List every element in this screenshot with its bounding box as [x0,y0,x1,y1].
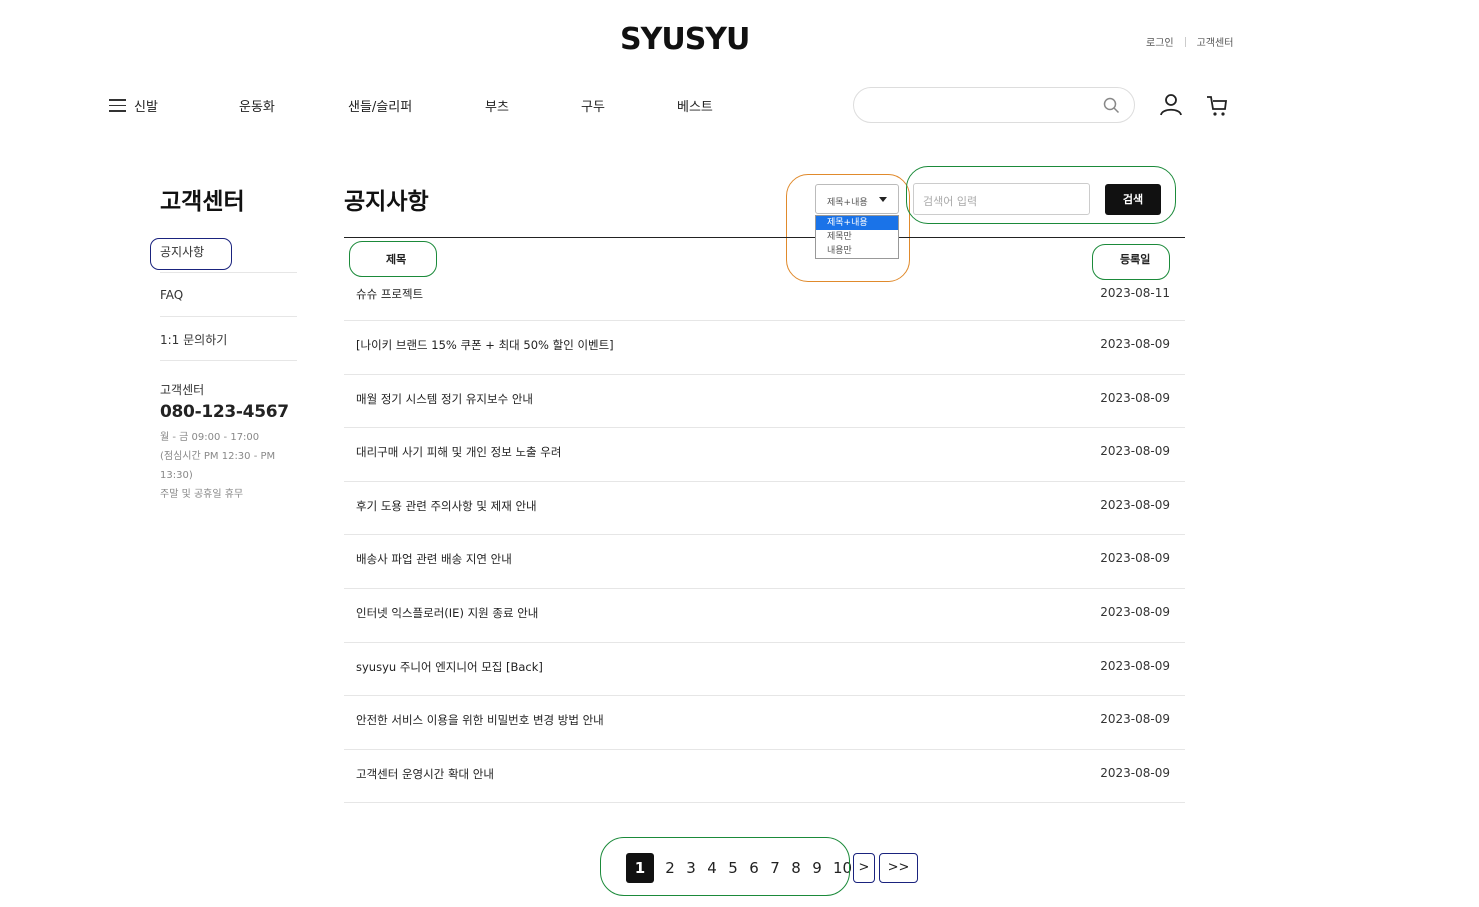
table-top-border [344,237,1185,238]
nav-item-boots[interactable]: 부츠 [485,96,509,115]
table-row[interactable]: 슈슈 프로젝트 2023-08-11 [344,284,1185,321]
row-title[interactable]: 인터넷 익스플로러(IE) 지원 종료 안내 [356,605,538,621]
row-title[interactable]: 슈슈 프로젝트 [356,286,423,302]
table-row[interactable]: syusyu 주니어 엔지니어 모집 [Back] 2023-08-09 [344,643,1185,697]
annotation-outline [906,166,1176,224]
table-row[interactable]: 배송사 파업 관련 배송 지연 안내 2023-08-09 [344,535,1185,589]
row-date: 2023-08-11 [1100,286,1170,300]
row-date: 2023-08-09 [1100,712,1170,727]
nav-item-dress-shoes[interactable]: 구두 [581,96,605,115]
option-title-content[interactable]: 제목+내용 [816,216,898,230]
sidebar-title: 고객센터 [160,189,245,215]
cs-hours: 월 - 금 09:00 - 17:00 (점심시간 PM 12:30 - PM … [160,432,276,500]
annotation-outline [600,837,850,896]
table-row[interactable]: 인터넷 익스플로러(IE) 지원 종료 안내 2023-08-09 [344,589,1185,643]
cs-label: 고객센터 [160,383,205,397]
login-link[interactable]: 로그인 [1146,34,1174,49]
row-title[interactable]: [나이키 브랜드 15% 쿠폰 + 최대 50% 할인 이벤트] [356,337,614,353]
annotation-outline [349,241,437,277]
header-search-input[interactable] [853,87,1135,123]
sidebar-item-faq[interactable]: FAQ [160,273,297,317]
divider [1184,36,1186,47]
option-content-only[interactable]: 내용만 [816,244,898,258]
table-row[interactable]: 고객센터 운영시간 확대 안내 2023-08-09 [344,750,1185,804]
table-row[interactable]: 후기 도용 관련 주의사항 및 제재 안내 2023-08-09 [344,482,1185,536]
nav-item-shoes[interactable]: 신발 [134,96,158,115]
last-page-button[interactable]: >> [879,853,918,883]
row-date: 2023-08-09 [1100,444,1170,459]
option-title-only[interactable]: 제목만 [816,230,898,244]
nav-item-best[interactable]: 베스트 [677,96,713,115]
table-row[interactable]: 안전한 서비스 이용을 위한 비밀번호 변경 방법 안내 2023-08-09 [344,696,1185,750]
nav-item-sandals[interactable]: 샌들/슬리퍼 [348,96,412,115]
hamburger-icon[interactable] [109,99,126,112]
search-icon[interactable] [1103,97,1120,114]
cart-icon[interactable] [1206,94,1230,118]
main-nav: 신발 운동화 샌들/슬리퍼 부츠 구두 베스트 [0,96,1479,116]
row-date: 2023-08-09 [1100,390,1170,405]
row-title[interactable]: 대리구매 사기 피해 및 개인 정보 노출 우려 [356,444,561,460]
table-row[interactable]: 대리구매 사기 피해 및 개인 정보 노출 우려 2023-08-09 [344,428,1185,482]
search-type-dropdown: 제목+내용 제목만 내용만 [815,215,899,259]
sidebar-item-inquiry[interactable]: 1:1 문의하기 [160,317,297,361]
row-title[interactable]: syusyu 주니어 엔지니어 모집 [Back] [356,659,543,675]
row-date: 2023-08-09 [1100,658,1170,673]
utility-links: 로그인 고객센터 [1146,34,1233,49]
row-date: 2023-08-09 [1100,551,1170,566]
annotation-outline [150,238,232,270]
user-icon[interactable] [1159,92,1183,116]
nav-item-sneakers[interactable]: 운동화 [239,96,275,115]
row-date: 2023-08-09 [1100,604,1170,619]
row-title[interactable]: 매월 정기 시스템 정기 유지보수 안내 [356,391,533,407]
table-row[interactable]: [나이키 브랜드 15% 쿠폰 + 최대 50% 할인 이벤트] 2023-08-… [344,321,1185,375]
row-date: 2023-08-09 [1100,497,1170,512]
notice-list: 슈슈 프로젝트 2023-08-11 [나이키 브랜드 15% 쿠폰 + 최대 5… [344,284,1185,804]
annotation-outline [1092,244,1170,280]
next-page-button[interactable]: > [853,853,875,883]
row-title[interactable]: 안전한 서비스 이용을 위한 비밀번호 변경 방법 안내 [356,712,604,728]
page-title: 공지사항 [344,189,429,215]
table-row[interactable]: 매월 정기 시스템 정기 유지보수 안내 2023-08-09 [344,375,1185,429]
row-title[interactable]: 후기 도용 관련 주의사항 및 제재 안내 [356,498,537,514]
row-title[interactable]: 배송사 파업 관련 배송 지연 안내 [356,551,512,567]
cs-phone: 080-123-4567 [160,402,289,422]
site-logo[interactable]: SYUSYU [620,22,750,57]
customer-center-link[interactable]: 고객센터 [1197,34,1234,49]
row-date: 2023-08-09 [1100,337,1170,351]
row-title[interactable]: 고객센터 운영시간 확대 안내 [356,766,494,782]
customer-service-info: 고객센터 080-123-4567 월 - 금 09:00 - 17:00 (점… [160,381,300,504]
row-date: 2023-08-09 [1100,765,1170,780]
